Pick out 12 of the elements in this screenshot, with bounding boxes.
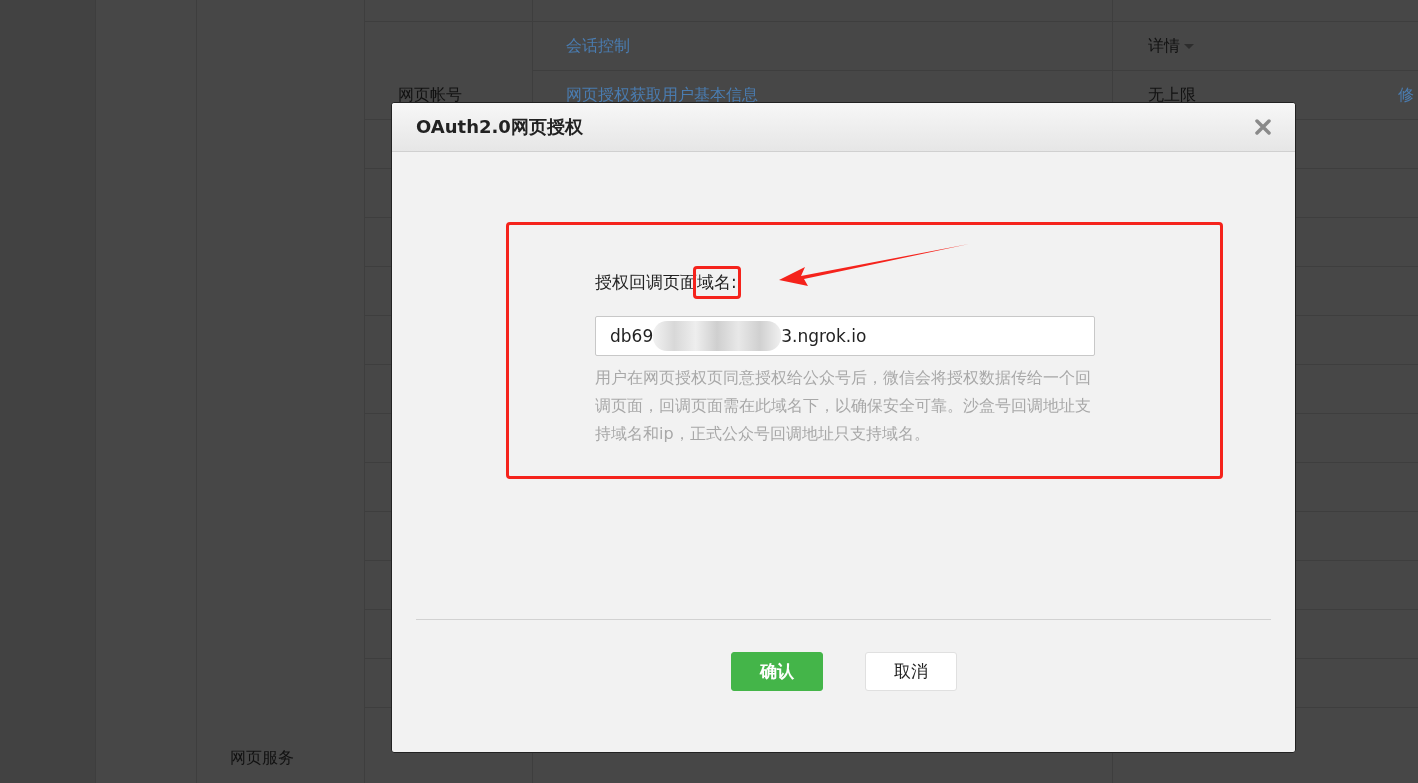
api-link[interactable]: 会话控制 <box>566 35 630 57</box>
input-field[interactable]: db69 3.ngrok.io <box>595 316 1095 356</box>
api-link[interactable]: 网页授权获取用户基本信息 <box>566 84 758 106</box>
cancel-button[interactable]: 取消 <box>864 652 957 691</box>
help-text: 用户在网页授权页同意授权给公众号后，微信会将授权数据传给一个回调页面，回调页面需在此域名下，以确保安全可靠。沙盒号回调地址支持域名和ip，正式公众号回调地址只支持域名。 <box>595 367 1092 445</box>
close-icon[interactable] <box>1255 119 1271 135</box>
field-value: 3.ngrok.io <box>781 326 867 346</box>
highlight-box: 域名: <box>693 265 741 299</box>
action-link[interactable]: 修 <box>1398 84 1414 106</box>
dialog-title: OAuth2.0网页授权 <box>416 115 583 139</box>
confirm-button[interactable]: 确认 <box>730 652 823 691</box>
field-value: db69 <box>610 326 654 346</box>
